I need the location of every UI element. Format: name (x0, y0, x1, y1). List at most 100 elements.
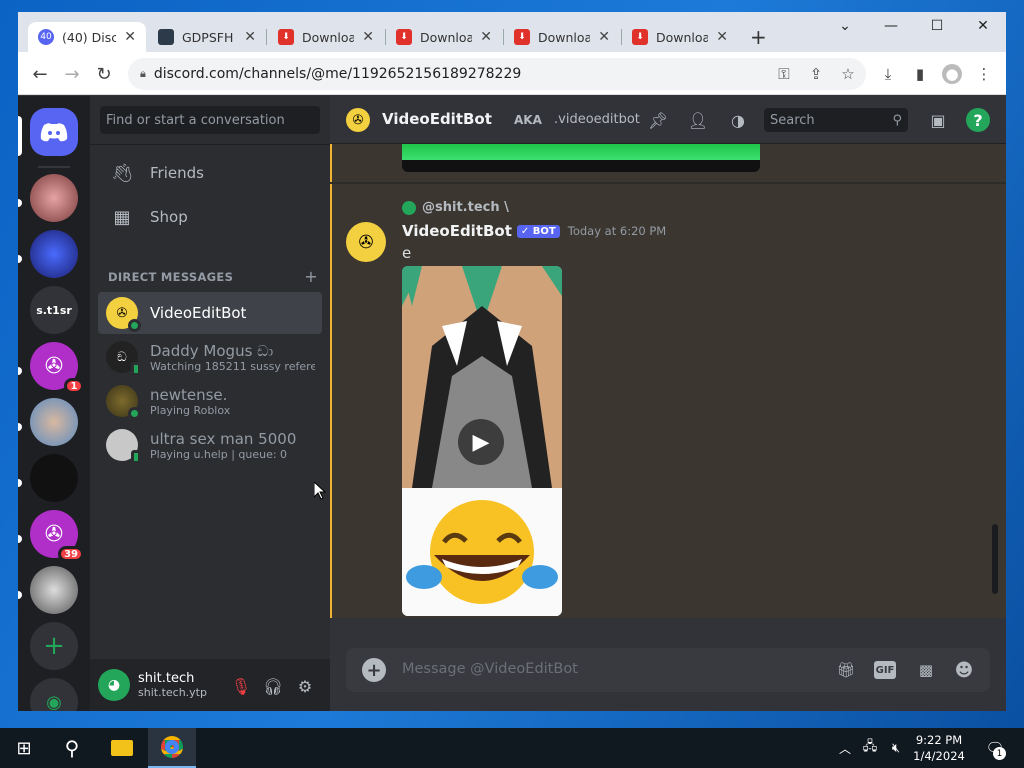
list-bottom (330, 618, 1006, 634)
server-icon-6[interactable] (30, 454, 78, 502)
download-favicon-icon: ⬇ (514, 29, 530, 45)
key-icon[interactable]: ⚿ (774, 64, 794, 84)
previous-attachment[interactable] (402, 144, 760, 172)
gif-button[interactable]: GIF (874, 661, 896, 679)
tab-download-2[interactable]: ⬇ Download ✕ (386, 22, 502, 52)
video-attachment[interactable]: ▶ (402, 266, 562, 616)
dm-status: Watching 185211 sussy references (150, 359, 315, 373)
laughing-emoji-icon (406, 500, 558, 604)
avatar (106, 385, 141, 420)
shield-favicon-icon (158, 29, 174, 45)
user-panel: ◕ shit.tech shit.tech.ytp 🎙︎ 🎧︎ ⚙ (90, 659, 330, 711)
dm-item-ultra[interactable]: ultra sex man 5000 Playing u.help | queue… (98, 424, 322, 466)
downloads-icon[interactable]: ⤓ (878, 64, 898, 84)
message-input[interactable]: Message @VideoEditBot (402, 661, 578, 677)
home-discord-icon[interactable] (30, 108, 78, 156)
header-search-input[interactable]: Search ⚲ (764, 108, 908, 132)
search-icon[interactable]: ⚲ (48, 728, 96, 768)
headphones-icon[interactable]: 🎧︎ (262, 675, 284, 697)
mention-badge: 39 (58, 546, 84, 562)
address-bar[interactable]: 🔒︎ discord.com/channels/@me/119265215618… (128, 58, 866, 90)
share-icon[interactable]: ⇪ (806, 64, 826, 84)
add-server-button[interactable]: + (30, 622, 78, 670)
windows-start-icon[interactable]: ⊞ (0, 728, 48, 768)
volume-muted-icon[interactable]: 🔇︎ (884, 728, 908, 768)
server-icon-st1sr[interactable]: s.t1sr (30, 286, 78, 334)
close-tab-icon[interactable]: ✕ (244, 29, 256, 45)
online-status-icon (128, 407, 141, 420)
profile-avatar-icon[interactable]: ● (942, 64, 962, 84)
close-tab-icon[interactable]: ✕ (124, 29, 136, 45)
help-icon[interactable]: ? (966, 108, 990, 132)
create-dm-plus-icon[interactable]: + (304, 267, 318, 286)
friends-nav-item[interactable]: 👋︎ Friends (98, 152, 322, 194)
inbox-icon[interactable]: ▣ (926, 108, 950, 132)
tab-download-3[interactable]: ⬇ Download ✕ (504, 22, 620, 52)
search-placeholder: Search (770, 112, 815, 128)
aka-label: AKA (514, 113, 542, 127)
server-icon-2[interactable] (30, 230, 78, 278)
download-favicon-icon: ⬇ (278, 29, 294, 45)
close-tab-icon[interactable]: ✕ (598, 29, 610, 45)
clock-time: 9:22 PM (915, 733, 963, 747)
find-conversation-input[interactable]: Find or start a conversation (100, 106, 320, 134)
server-icon-videoedit[interactable]: ✇ 1 (30, 342, 84, 394)
dm-item-daddy-mogus[interactable]: ඞ Daddy Mogus ඩා Watching 185211 sussy re… (98, 336, 322, 378)
shop-label: Shop (150, 208, 188, 226)
menu-kebab-icon[interactable]: ⋮ (974, 64, 994, 84)
dm-sidebar: Find or start a conversation 👋︎ Friends … (90, 96, 330, 711)
settings-gear-icon[interactable]: ⚙ (294, 675, 316, 697)
notifications-icon[interactable]: 🗨︎1 (978, 728, 1012, 768)
gift-icon[interactable]: 🎁︎ (834, 658, 858, 682)
network-icon[interactable]: 🖧︎ (858, 728, 882, 768)
tab-discord[interactable]: 40 (40) Discord | @VideoEditBot ✕ (28, 22, 146, 52)
message-content: e (402, 244, 412, 262)
chrome-taskbar-icon[interactable] (148, 728, 196, 768)
close-tab-icon[interactable]: ✕ (362, 29, 374, 45)
mic-muted-icon[interactable]: 🎙︎ (230, 675, 252, 697)
explore-compass-icon[interactable]: ◉ (30, 678, 78, 711)
maximize-button[interactable]: ☐ (914, 12, 960, 40)
chrome-window: 40 (40) Discord | @VideoEditBot ✕ GDPSFH… (18, 12, 1006, 711)
film-reel-icon: ✇ (44, 521, 64, 547)
close-tab-icon[interactable]: ✕ (716, 29, 728, 45)
sticker-icon[interactable]: ▩ (914, 658, 938, 682)
author-name[interactable]: VideoEditBot (402, 222, 512, 240)
back-button[interactable]: ← (28, 62, 52, 86)
system-clock[interactable]: 9:22 PM 1/4/2024 (910, 732, 968, 764)
attach-plus-icon[interactable]: + (362, 658, 386, 682)
dm-item-newtense[interactable]: newtense. Playing Roblox (98, 380, 322, 422)
shop-nav-item[interactable]: ▦ Shop (98, 196, 322, 238)
side-panel-icon[interactable]: ▮ (910, 64, 930, 84)
file-explorer-icon[interactable] (98, 728, 146, 768)
pin-icon[interactable]: 📌︎ (646, 108, 670, 132)
close-tab-icon[interactable]: ✕ (480, 29, 492, 45)
author-avatar[interactable]: ✇ (346, 222, 386, 262)
tab-download-4[interactable]: ⬇ Download ✕ (622, 22, 738, 52)
forward-button[interactable]: → (60, 62, 84, 86)
add-friend-icon[interactable]: 👤︎ (686, 108, 710, 132)
new-tab-button[interactable]: + (744, 22, 774, 52)
dm-item-videoeditbot[interactable]: ✇ VideoEditBot (98, 292, 322, 334)
emoji-icon[interactable]: ☻ (952, 658, 976, 682)
close-window-button[interactable]: ✕ (960, 12, 1006, 40)
tab-gdpsfh[interactable]: GDPSFH ✕ (148, 22, 266, 52)
server-icon-5[interactable] (30, 398, 78, 446)
user-profile-icon[interactable]: ◑ (726, 108, 750, 132)
server-icon-1[interactable] (30, 174, 78, 222)
server-icon-8[interactable] (30, 566, 78, 614)
tab-download-1[interactable]: ⬇ Download ✕ (268, 22, 384, 52)
avatar: ✇ (106, 297, 141, 332)
tab-search-chevron-icon[interactable]: ⌄ (822, 12, 868, 40)
reply-reference[interactable]: @shit.tech \ (402, 200, 509, 215)
server-icon-videoedit-2[interactable]: ✇ 39 (30, 510, 84, 562)
reload-button[interactable]: ↻ (92, 62, 116, 86)
user-avatar[interactable]: ◕ (98, 669, 130, 701)
dm-name: Daddy Mogus ඩා (150, 341, 274, 360)
minimize-button[interactable]: — (868, 12, 914, 40)
message-composer[interactable]: + Message @VideoEditBot 🎁︎ GIF ▩ ☻ (346, 648, 990, 692)
play-icon[interactable]: ▶ (458, 419, 504, 465)
bookmark-star-icon[interactable]: ☆ (838, 64, 858, 84)
scrollbar-thumb[interactable] (992, 524, 998, 594)
show-hidden-icons-chevron-icon[interactable]: ︿ (834, 728, 856, 768)
